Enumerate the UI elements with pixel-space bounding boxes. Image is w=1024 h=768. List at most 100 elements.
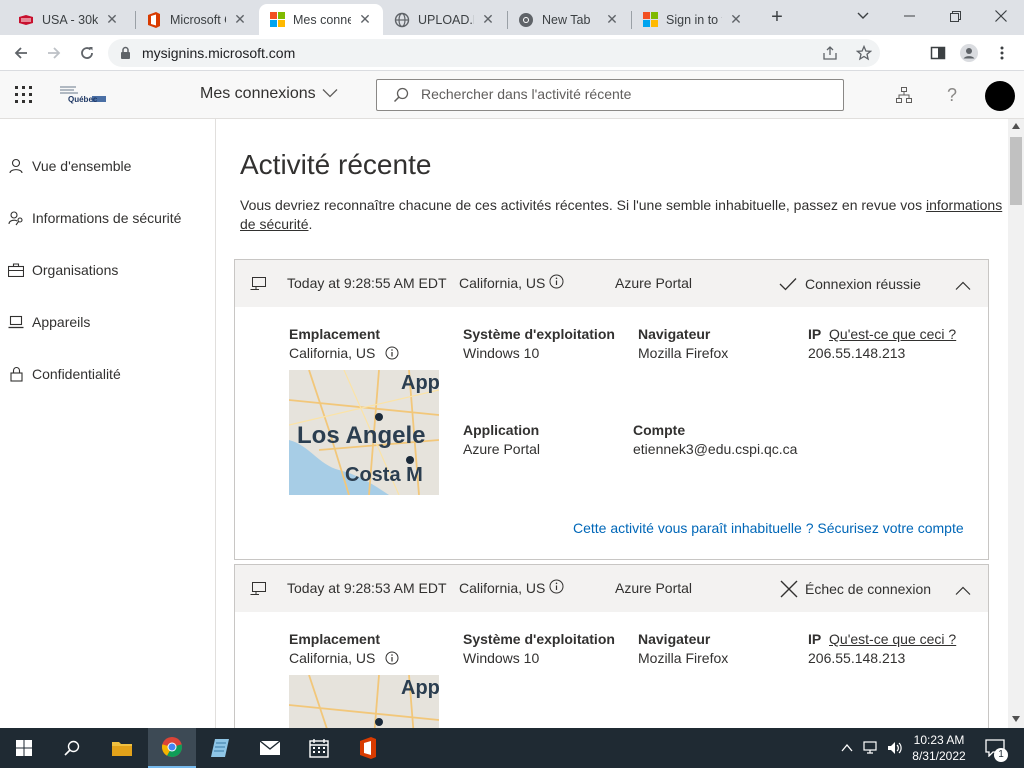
activity-card: Today at 9:28:53 AM EDT California, US A… [234, 564, 989, 728]
more-menu-icon[interactable] [990, 41, 1014, 65]
forward-arrow-icon[interactable] [42, 41, 66, 65]
app-launcher-icon[interactable] [15, 86, 32, 103]
sidebar-item-label: Confidentialité [32, 366, 121, 382]
sidebar-item-label: Vue d'ensemble [32, 158, 132, 174]
ip-field: IP Qu'est-ce que ceci ? 206.55.148.213 [808, 326, 957, 361]
app-title-dropdown[interactable]: Mes connexions [200, 85, 338, 103]
sidebar-item-devices[interactable]: Appareils [8, 311, 90, 333]
activity-status: Connexion réussie [805, 276, 921, 292]
network-icon[interactable] [860, 728, 882, 768]
scroll-down-icon[interactable] [1012, 716, 1020, 722]
lock-icon[interactable] [120, 46, 131, 65]
browser-toolbar: mysignins.microsoft.com [0, 35, 1024, 71]
vertical-scrollbar[interactable] [1008, 119, 1024, 728]
sidebar-item-label: Informations de sécurité [32, 210, 182, 226]
info-icon[interactable] [549, 579, 564, 597]
reload-icon[interactable] [75, 41, 99, 65]
close-tab-icon[interactable]: ✕ [728, 11, 744, 28]
side-panel-icon[interactable] [926, 41, 950, 65]
sidebar-item-organizations[interactable]: Organisations [8, 259, 118, 281]
browser-tab[interactable]: Microsoft C ✕ [136, 4, 258, 35]
restore-button[interactable] [932, 0, 978, 32]
activity-location: California, US [459, 580, 546, 596]
os-field: Système d'exploitation Windows 10 [463, 326, 615, 361]
office-icon [146, 11, 162, 28]
browser-tab-active[interactable]: Mes conne ✕ [259, 4, 383, 35]
tab-search-chevron-icon[interactable] [840, 0, 886, 32]
sidebar-item-overview[interactable]: Vue d'ensemble [8, 155, 131, 177]
clock[interactable]: 10:23 AM 8/31/2022 [908, 732, 970, 764]
notification-center-icon[interactable]: 1 [980, 728, 1010, 768]
file-explorer-icon[interactable] [98, 728, 146, 768]
main-content: Activité récente Vous devriez reconnaîtr… [216, 119, 1008, 728]
scroll-up-icon[interactable] [1012, 123, 1020, 129]
help-icon[interactable]: ? [942, 85, 962, 105]
search-input[interactable] [421, 86, 821, 102]
ip-help-link[interactable]: Qu'est-ce que ceci ? [829, 326, 956, 342]
close-window-button[interactable] [978, 0, 1024, 32]
notification-count-badge: 1 [994, 748, 1008, 762]
chevron-up-icon[interactable] [955, 583, 971, 599]
browser-tab[interactable]: New Tab ✕ [508, 4, 630, 35]
activity-card-header[interactable]: Today at 9:28:53 AM EDT California, US A… [235, 565, 988, 612]
app-title: Mes connexions [200, 85, 316, 102]
address-bar[interactable]: mysignins.microsoft.com [108, 39, 880, 67]
sidebar-item-security-info[interactable]: Informations de sécurité [8, 207, 181, 229]
close-tab-icon[interactable]: ✕ [480, 11, 496, 28]
windows-start-icon[interactable] [0, 728, 48, 768]
microsoft-logo-icon [642, 12, 658, 28]
browser-tab[interactable]: Sign in to y ✕ [632, 4, 754, 35]
office-icon[interactable] [344, 728, 392, 768]
key-person-icon [8, 210, 24, 226]
location-map: App [289, 675, 439, 728]
browser-tab[interactable]: UPLOAD.EE ✕ [384, 4, 506, 35]
application-field: Application Azure Portal [463, 422, 541, 457]
chevron-up-icon[interactable] [836, 728, 858, 768]
profile-icon[interactable] [957, 41, 981, 65]
chrome-icon [518, 12, 534, 28]
browser-tab-strip: USA - 30k S ✕ Microsoft C ✕ Mes conne ✕ … [0, 0, 1024, 35]
sidebar-item-privacy[interactable]: Confidentialité [8, 363, 121, 385]
search-icon[interactable] [48, 728, 96, 768]
back-arrow-icon[interactable] [9, 41, 33, 65]
notepad-icon[interactable] [197, 728, 245, 768]
laptop-icon [8, 314, 24, 330]
close-tab-icon[interactable]: ✕ [104, 11, 120, 28]
person-icon [8, 158, 24, 174]
lock-icon [8, 366, 24, 382]
account-field: Compte etiennek3@edu.cspi.qc.ca [633, 422, 798, 457]
close-tab-icon[interactable]: ✕ [604, 11, 620, 28]
location-field: Emplacement California, US [289, 325, 399, 365]
close-tab-icon[interactable]: ✕ [232, 11, 248, 28]
secure-account-link[interactable]: Cette activité vous paraît inhabituelle … [573, 520, 964, 536]
calendar-icon[interactable] [295, 728, 343, 768]
activity-location: California, US [459, 275, 546, 291]
browser-field: Navigateur Mozilla Firefox [638, 326, 729, 361]
browser-tab[interactable]: USA - 30k S ✕ [8, 4, 130, 35]
chevron-up-icon[interactable] [955, 278, 971, 294]
app-header: Québec Mes connexions ? [0, 71, 1024, 119]
sidebar-item-label: Appareils [32, 314, 91, 330]
ip-help-link[interactable]: Qu'est-ce que ceci ? [829, 631, 956, 647]
info-icon[interactable] [385, 346, 399, 365]
avatar[interactable] [985, 81, 1015, 111]
scrollbar-thumb[interactable] [1010, 137, 1022, 205]
share-icon[interactable] [822, 45, 838, 66]
os-field: Système d'exploitation Windows 10 [463, 631, 615, 666]
info-icon[interactable] [385, 651, 399, 670]
mail-icon[interactable] [246, 728, 294, 768]
taskbar: 10:23 AM 8/31/2022 1 [0, 728, 1024, 768]
info-icon[interactable] [549, 274, 564, 292]
search-box[interactable] [376, 79, 844, 111]
chrome-icon[interactable] [148, 728, 196, 768]
minimize-button[interactable] [886, 0, 932, 32]
activity-status: Échec de connexion [805, 581, 932, 597]
bookmark-star-icon[interactable] [855, 44, 873, 66]
activity-card-header[interactable]: Today at 9:28:55 AM EDT California, US A… [235, 260, 988, 307]
activity-card: Today at 9:28:55 AM EDT California, US A… [234, 259, 989, 560]
organization-chart-icon[interactable] [894, 85, 914, 105]
close-tab-icon[interactable]: ✕ [357, 11, 373, 28]
volume-icon[interactable] [884, 728, 906, 768]
browser-field: Navigateur Mozilla Firefox [638, 631, 729, 666]
new-tab-button[interactable]: + [766, 6, 788, 28]
